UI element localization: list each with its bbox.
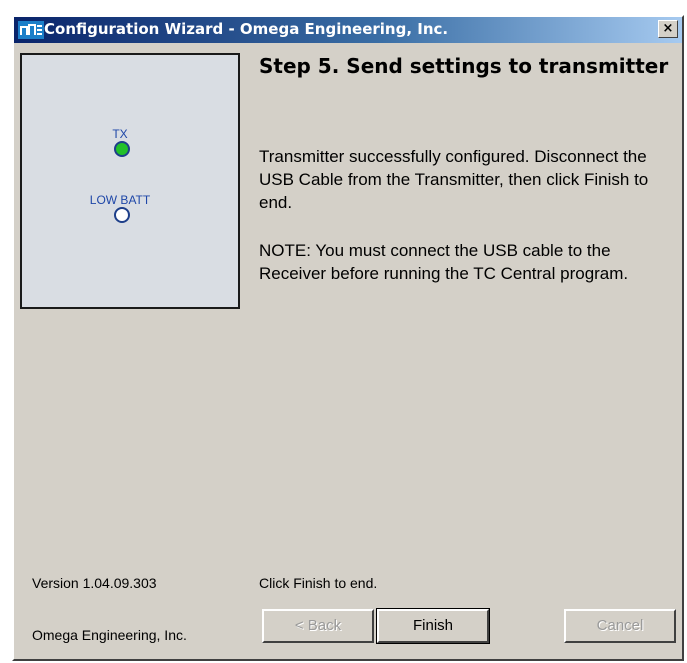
wizard-window: Configuration Wizard - Omega Engineering… xyxy=(12,15,684,661)
cancel-button[interactable]: Cancel xyxy=(564,609,676,643)
success-message: Transmitter successfully configured. Dis… xyxy=(259,147,649,212)
finish-button[interactable]: Finish xyxy=(376,608,490,644)
low-batt-label: LOW BATT xyxy=(89,193,151,207)
step-title: Step 5. Send settings to transmitter xyxy=(259,54,669,78)
company-text: Omega Engineering, Inc. xyxy=(32,627,187,643)
finish-hint: Click Finish to end. xyxy=(259,575,378,591)
close-button[interactable]: × xyxy=(658,20,678,38)
device-status-panel: TX LOW BATT xyxy=(20,53,240,309)
version-text: Version 1.04.09.303 xyxy=(32,575,157,591)
back-button[interactable]: < Back xyxy=(262,609,374,643)
note-message: NOTE: You must connect the USB cable to … xyxy=(259,241,629,283)
omega-app-icon xyxy=(18,21,44,39)
window-title: Configuration Wizard - Omega Engineering… xyxy=(44,20,449,38)
tx-led-icon xyxy=(114,141,130,157)
low-batt-led-icon xyxy=(114,207,130,223)
tx-label: TX xyxy=(112,127,128,141)
title-bar[interactable]: Configuration Wizard - Omega Engineering… xyxy=(14,17,682,43)
